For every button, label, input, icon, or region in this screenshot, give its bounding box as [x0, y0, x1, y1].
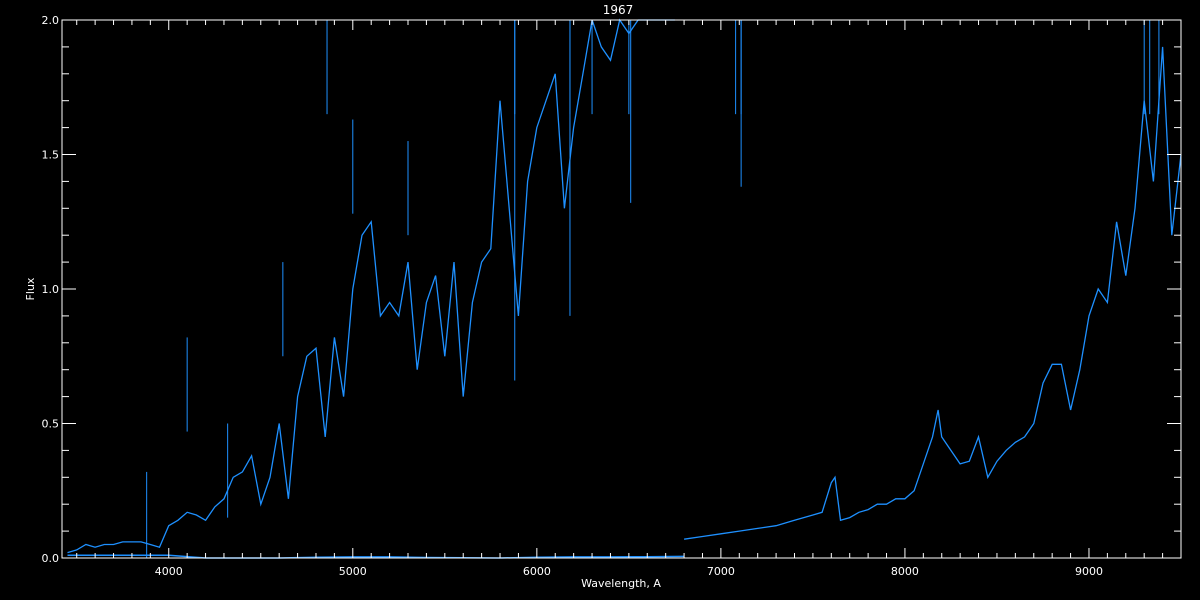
x-tick-label: 9000 [1075, 565, 1103, 578]
spectrum-series-3 [684, 46, 1182, 540]
y-tick-label: 0.5 [42, 418, 60, 431]
y-tick-label: 2.0 [42, 14, 60, 27]
plot-area [67, 18, 1182, 559]
axis-ticks [62, 19, 1182, 559]
axis-tick-labels: 4000 5000 6000 7000 8000 9000 0.0 0.5 1.0 1.5 2.0 [42, 14, 1103, 578]
x-tick-label: 7000 [707, 565, 735, 578]
y-tick-label: 0.0 [42, 552, 60, 565]
x-tick-label: 4000 [155, 565, 183, 578]
spectrum-chart: 1967 4000 5000 6000 7000 8000 9000 0.0 0.5 1.0 1.… [0, 0, 1200, 600]
plot-frame [61, 19, 1182, 559]
y-tick-label: 1.5 [42, 149, 60, 162]
x-tick-label: 5000 [339, 565, 367, 578]
chart-svg: 1967 4000 5000 6000 7000 8000 9000 0.0 0.5 1.0 1.… [24, 3, 1182, 590]
y-tick-label: 1.0 [42, 283, 60, 296]
x-axis-label: Wavelength, A [581, 577, 661, 590]
x-tick-label: 8000 [891, 565, 919, 578]
x-tick-label: 6000 [523, 565, 551, 578]
spectrum-series-1 [67, 18, 675, 554]
y-axis-label: Flux [24, 277, 37, 300]
chart-title: 1967 [603, 3, 634, 17]
